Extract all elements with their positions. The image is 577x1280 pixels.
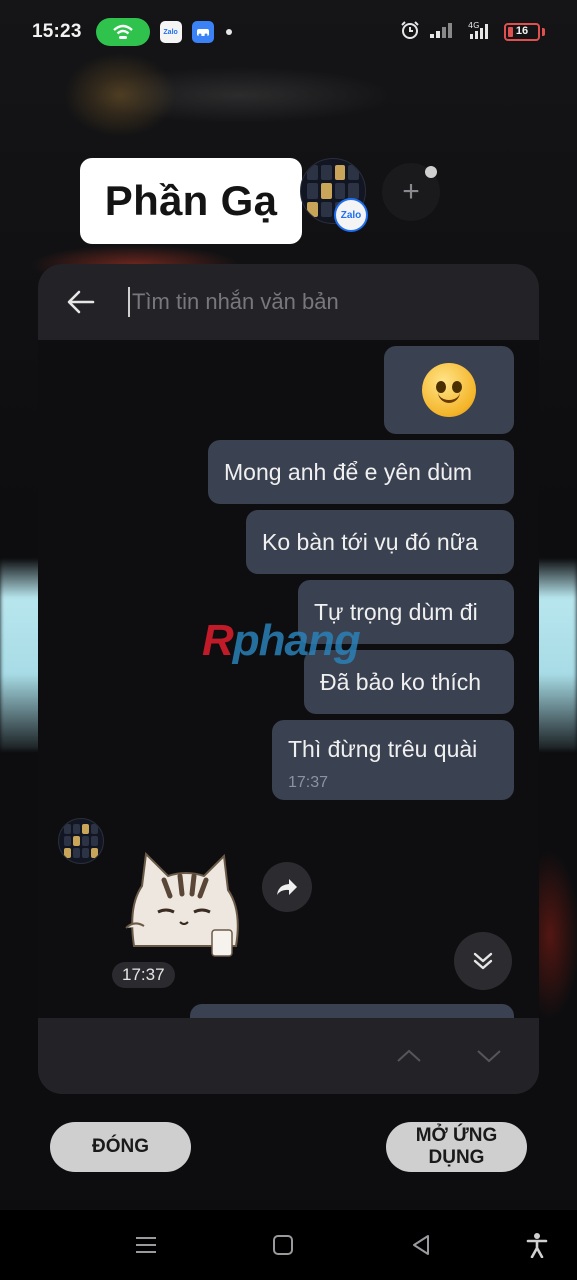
cat-sticker[interactable]	[124, 846, 246, 958]
mobile-data-icon: 4G	[466, 20, 494, 45]
zalo-badge-icon: Zalo	[334, 198, 368, 232]
battery-icon: 16	[504, 23, 540, 41]
indicator-dot	[425, 166, 437, 178]
chevron-up-icon[interactable]	[394, 1046, 424, 1066]
alarm-icon	[400, 20, 420, 45]
conversation-title: Phần Gạ	[104, 177, 278, 224]
back-arrow-icon[interactable]	[66, 287, 96, 317]
sticker-timestamp: 17:37	[112, 962, 175, 988]
recent-apps-icon[interactable]	[131, 1230, 161, 1260]
sender-avatar[interactable]	[58, 818, 104, 864]
chevron-down-icon[interactable]	[474, 1046, 504, 1066]
chat-bubble-panel: Mong anh để e yên dùm Ko bàn tới vụ đó n…	[38, 264, 539, 1094]
battery-cap	[542, 28, 545, 36]
battery-level: 16	[515, 25, 529, 37]
zalo-notification-icon: Zalo	[159, 21, 182, 43]
status-bar: 15:23 Zalo 4G 16	[0, 0, 577, 64]
search-input[interactable]	[128, 287, 488, 317]
more-notifications-dot	[225, 29, 232, 35]
search-navigation-bar	[38, 1018, 539, 1094]
home-icon[interactable]	[268, 1230, 298, 1260]
message-text: Đã bảo ko thích	[320, 668, 482, 695]
app-notification-icon	[191, 21, 214, 43]
message-text: Thì đừng trêu quài	[288, 736, 478, 762]
back-icon[interactable]	[406, 1230, 436, 1260]
forward-button[interactable]	[262, 862, 312, 912]
smiley-emoji-icon	[422, 363, 476, 417]
hotspot-icon	[95, 18, 150, 46]
open-app-button[interactable]: MỞ ỨNG DỤNG	[386, 1122, 527, 1172]
signal-icon	[430, 22, 456, 43]
conversation-title-card: Phần Gạ	[80, 158, 302, 244]
watermark-logo: Rphang	[202, 616, 361, 665]
message-bubble[interactable]: Ko bàn tới vụ đó nữa	[246, 510, 514, 574]
scroll-to-bottom-button[interactable]	[454, 932, 512, 990]
message-timestamp: 17:37	[288, 774, 329, 791]
system-navigation-bar	[0, 1210, 577, 1280]
network-label: 4G	[468, 21, 479, 30]
search-bar	[38, 264, 539, 340]
message-text: Ko bàn tới vụ đó nữa	[262, 528, 478, 555]
emoji-message-bubble[interactable]	[384, 346, 514, 434]
message-bubble[interactable]: Mong anh để e yên dùm	[208, 440, 514, 504]
message-bubble[interactable]: Thì đừng trêu quài 17:37	[272, 720, 514, 800]
accessibility-icon[interactable]	[522, 1230, 552, 1260]
message-text: Mong anh để e yên dùm	[224, 458, 473, 485]
close-button[interactable]: ĐÓNG	[50, 1122, 191, 1172]
clock: 15:23	[32, 21, 82, 42]
